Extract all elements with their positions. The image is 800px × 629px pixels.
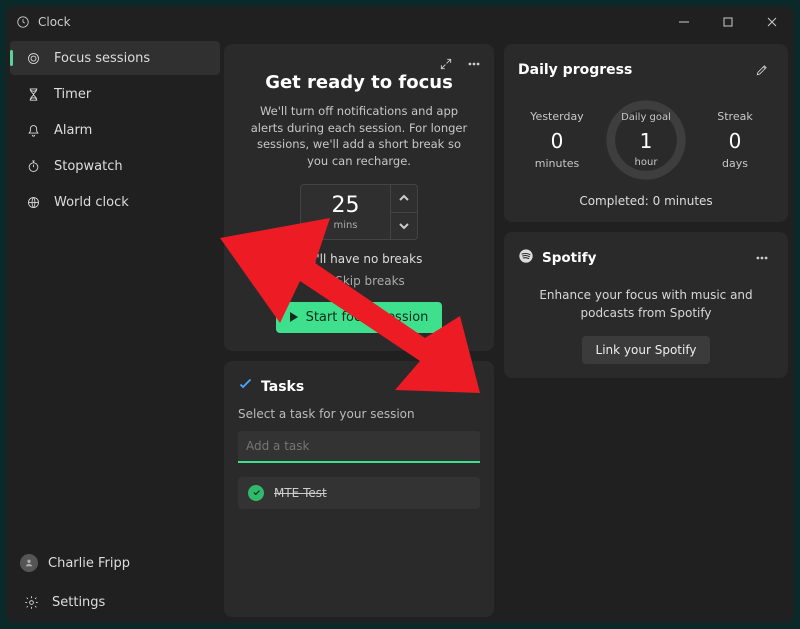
focus-description: We'll turn off notifications and app ale… (248, 103, 470, 170)
start-button-label: Start focus session (306, 310, 429, 325)
more-icon[interactable] (462, 52, 486, 76)
sidebar-item-label: Timer (54, 87, 91, 102)
task-complete-icon[interactable] (248, 485, 264, 501)
duration-value: 25 (332, 193, 360, 218)
minimize-button[interactable] (662, 6, 706, 38)
edit-goal-button[interactable] (750, 58, 774, 82)
streak-stat: Streak 0 days (696, 110, 774, 170)
clock-app-icon (16, 15, 30, 29)
daily-progress-card: Daily progress Yesterday 0 minutes (504, 44, 788, 222)
titlebar: Clock (6, 6, 794, 38)
tasks-subtitle: Select a task for your session (238, 407, 480, 421)
skip-breaks-label: Skip breaks (335, 274, 405, 288)
sidebar-item-alarm[interactable]: Alarm (10, 113, 220, 147)
gear-icon (20, 595, 42, 610)
tasks-title: Tasks (261, 379, 304, 395)
stopwatch-icon (22, 159, 44, 174)
duration-unit: mins (333, 220, 357, 231)
sidebar-item-label: Focus sessions (54, 51, 150, 66)
duration-increase-button[interactable] (390, 184, 418, 212)
clock-app-window: Clock Focus sessions Timer Alarm (6, 6, 794, 623)
maximize-button[interactable] (706, 6, 750, 38)
play-icon (290, 312, 298, 322)
spotify-blurb: Enhance your focus with music and podcas… (518, 286, 774, 322)
progress-ring: Daily goal 1 hour (602, 96, 690, 184)
tasks-card: Tasks Select a task for your session MTE… (224, 361, 494, 617)
task-item[interactable]: MTE Test (238, 477, 480, 509)
add-task-button[interactable] (424, 375, 448, 399)
main-content: Get ready to focus We'll turn off notifi… (224, 38, 794, 623)
link-spotify-button[interactable]: Link your Spotify (582, 336, 711, 364)
globe-icon (22, 195, 44, 210)
spotify-card: Spotify Enhance your focus with music an… (504, 232, 788, 378)
sidebar-item-focus-sessions[interactable]: Focus sessions (10, 41, 220, 75)
sidebar-item-world-clock[interactable]: World clock (10, 185, 220, 219)
duration-display[interactable]: 25 mins (300, 184, 390, 240)
settings-button[interactable]: Settings (6, 583, 224, 621)
user-name: Charlie Fripp (48, 556, 130, 571)
sidebar-item-timer[interactable]: Timer (10, 77, 220, 111)
hourglass-icon (22, 87, 44, 102)
sidebar-item-label: Alarm (54, 123, 92, 138)
settings-label: Settings (52, 595, 105, 610)
daily-goal-stat: Daily goal 1 hour (602, 96, 690, 184)
skip-breaks-checkbox[interactable] (313, 274, 327, 288)
close-button[interactable] (750, 6, 794, 38)
sidebar-item-label: World clock (54, 195, 129, 210)
yesterday-stat: Yesterday 0 minutes (518, 110, 596, 170)
bell-icon (22, 123, 44, 138)
add-task-input[interactable] (238, 431, 480, 463)
user-avatar-icon (20, 554, 38, 572)
expand-icon[interactable] (434, 52, 458, 76)
duration-stepper: 25 mins (248, 184, 470, 240)
spotify-icon (518, 248, 534, 268)
start-focus-button[interactable]: Start focus session (276, 302, 443, 333)
app-title: Clock (38, 15, 71, 29)
breaks-note: You'll have no breaks (248, 252, 470, 266)
account-button[interactable]: Charlie Fripp (6, 543, 224, 583)
focus-session-card: Get ready to focus We'll turn off notifi… (224, 44, 494, 351)
sidebar: Focus sessions Timer Alarm Stopwatch Wor… (6, 38, 224, 623)
progress-title: Daily progress (518, 62, 632, 78)
spotify-title: Spotify (542, 250, 596, 266)
target-icon (22, 51, 44, 66)
completed-text: Completed: 0 minutes (518, 194, 774, 208)
sidebar-item-stopwatch[interactable]: Stopwatch (10, 149, 220, 183)
tasks-icon (238, 377, 253, 396)
spotify-more-icon[interactable] (750, 246, 774, 270)
duration-decrease-button[interactable] (390, 212, 418, 240)
task-label: MTE Test (274, 486, 327, 500)
tasks-more-icon[interactable] (456, 375, 480, 399)
sidebar-item-label: Stopwatch (54, 159, 123, 174)
